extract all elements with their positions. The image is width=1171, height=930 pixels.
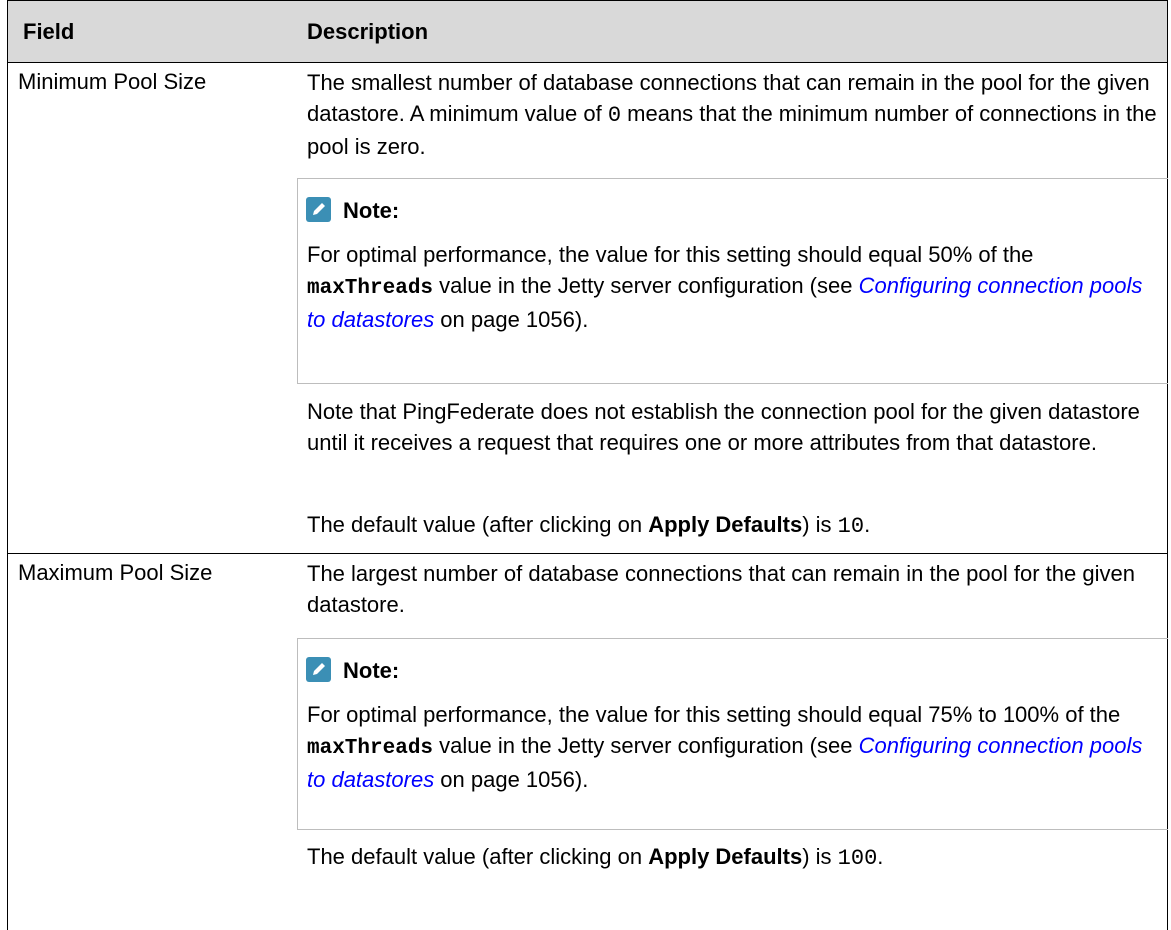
inline-code: maxThreads [307,277,434,300]
note-title: Note: [343,658,400,683]
note-box: Note: For optimal performance, the value… [297,638,1168,830]
description-paragraph: The smallest number of database connecti… [307,70,1157,159]
note-title: Note: [343,198,400,223]
description-paragraph: The largest number of database connectio… [307,561,1135,617]
pencil-note-icon [306,197,331,222]
inline-code: 10 [837,514,865,539]
header-field: Field [23,19,75,44]
note-box: Note: For optimal performance, the value… [297,178,1168,384]
field-minimum-pool-size: Minimum Pool Size [18,69,207,94]
default-value-text: The default value (after clicking on App… [307,844,884,871]
inline-code: maxThreads [307,737,434,760]
description-paragraph: Note that PingFederate does not establis… [307,399,1140,455]
note-text: For optimal performance, the value for t… [307,242,1143,332]
header-description: Description [307,19,429,44]
note-text: For optimal performance, the value for t… [307,702,1143,792]
inline-code: 100 [837,846,878,871]
field-maximum-pool-size: Maximum Pool Size [18,560,213,585]
fields-table: Field Description Minimum Pool Size The … [7,0,1168,930]
inline-code: 0 [607,103,622,128]
row-divider [8,553,1167,554]
default-value-text: The default value (after clicking on App… [307,512,871,539]
pencil-note-icon [306,657,331,682]
table-header: Field Description [8,1,1167,63]
